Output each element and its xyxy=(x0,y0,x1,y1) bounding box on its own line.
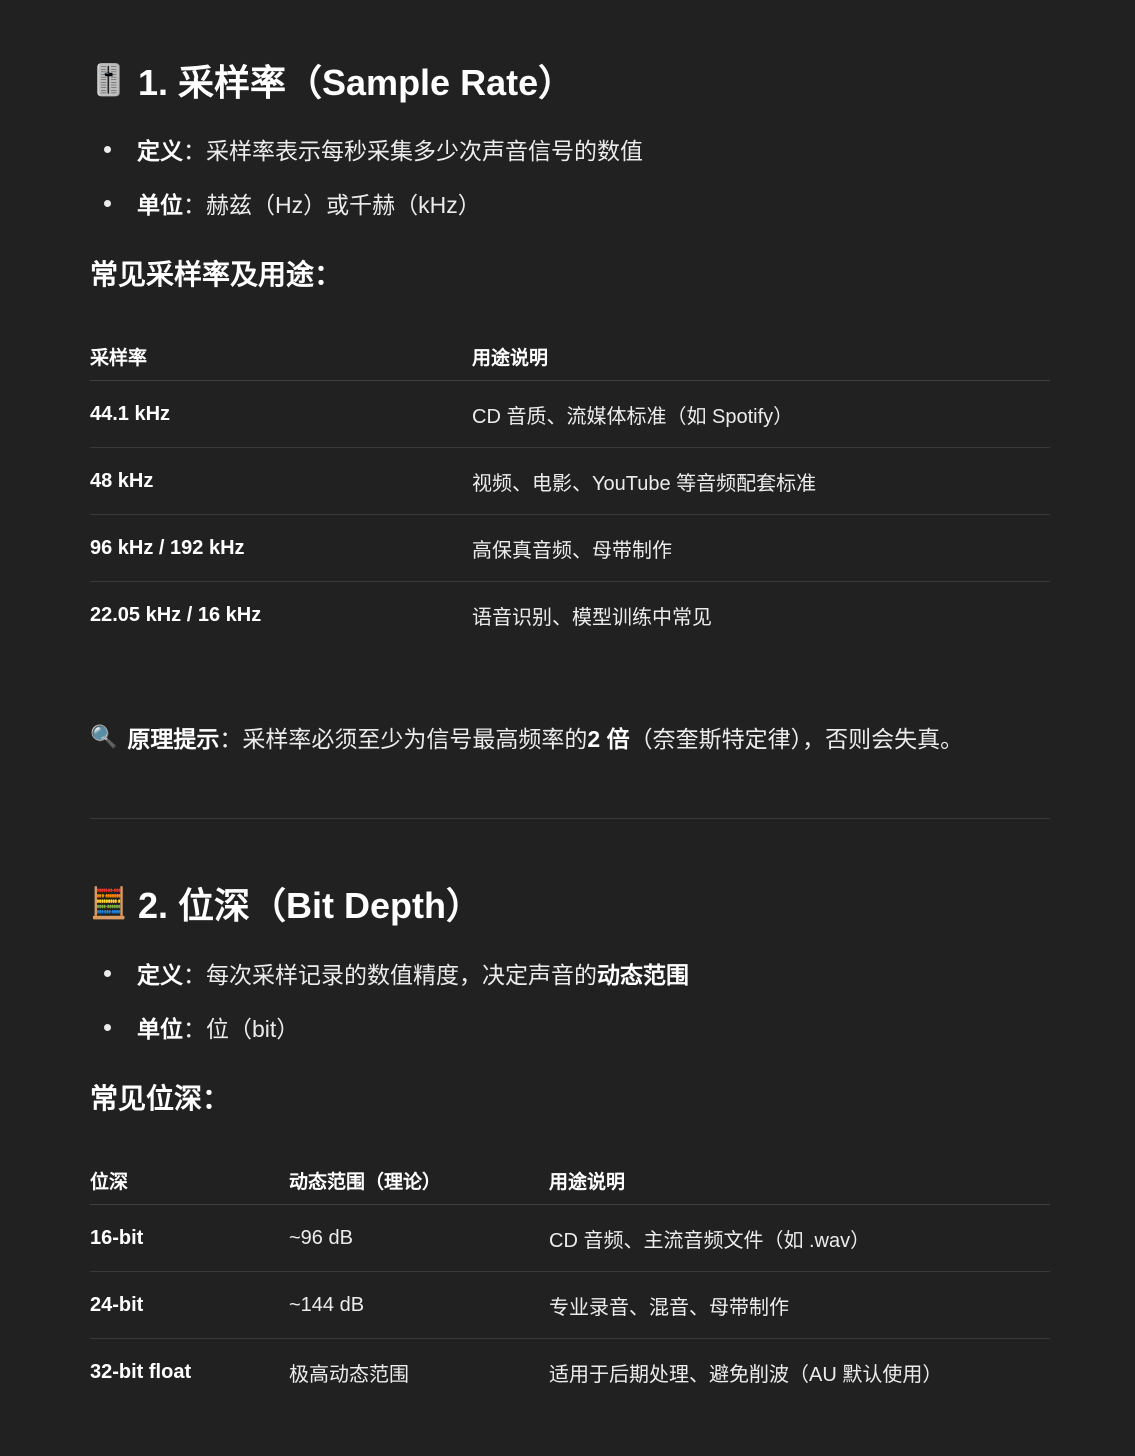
table-cell: 视频、电影、YouTube 等音频配套标准 xyxy=(472,447,1050,515)
bit-depth-table: 位深 动态范围（理论） 用途说明 16-bit ~96 dB CD 音频、主流音频文件（… xyxy=(90,1156,1050,1405)
column-header: 用途说明 xyxy=(472,332,1050,381)
tip-text: （奈奎斯特定律），否则会失真。 xyxy=(629,726,964,752)
principle-tip: 🔍 原理提示 ：采样率必须至少为信号最高频率的 2 倍（奈奎斯特定律），否则会失真。 xyxy=(90,720,963,754)
bullet-text: ：采样率表示每秒采集多少次声音信号的数值 xyxy=(183,138,643,164)
table-cell: CD 音频、主流音频文件（如 .wav） xyxy=(549,1204,1050,1272)
table-cell: CD 音质、流媒体标准（如 Spotify） xyxy=(472,380,1050,448)
list-item: 定义 ：采样率表示每秒采集多少次声音信号的数值 xyxy=(104,133,643,165)
table-cell: 语音识别、模型训练中常见 xyxy=(472,606,712,629)
bullet-label: 单位 xyxy=(137,192,183,218)
table-row: 22.05 kHz / 16 kHz 语音识别、模型训练中常见 xyxy=(90,582,1050,649)
list-item: 单位 ：位（bit） xyxy=(104,1011,299,1043)
divider xyxy=(90,818,1050,819)
table-row: 32-bit float 极高动态范围 适用于后期处理、避免削波（AU 默认使用） xyxy=(90,1339,1050,1406)
bullet-bold: 动态范围 xyxy=(597,962,689,988)
table-row: 96 kHz / 192 kHz 高保真音频、母带制作 xyxy=(90,514,1050,582)
level-slider-icon: 🎚️ xyxy=(90,63,128,97)
table-header-row: 采样率 用途说明 xyxy=(90,332,1050,381)
section-heading-bit-depth: 🧮 2. 位深（Bit Depth） xyxy=(90,878,482,928)
tip-label: 原理提示 xyxy=(127,726,220,752)
bullet-label: 定义 xyxy=(137,962,183,988)
subheading: 常见位深： xyxy=(90,1083,231,1114)
table-cell: 22.05 kHz / 16 kHz xyxy=(90,603,262,626)
table-header-row: 位深 动态范围（理论） 用途说明 xyxy=(90,1156,1050,1205)
list-item: 定义 ：每次采样记录的数值精度，决定声音的 动态范围 xyxy=(104,957,689,989)
table-cell: ~96 dB xyxy=(289,1204,549,1272)
tip-bold: 2 倍 xyxy=(587,726,630,752)
document: 🎚️ 1. 采样率（Sample Rate） 定义 ：采样率表示每秒采集多少次声音信… xyxy=(0,0,1135,1456)
heading-text: 2. 位深（Bit Depth） xyxy=(138,885,483,926)
table-cell: 16-bit xyxy=(90,1204,289,1272)
table-row: 16-bit ~96 dB CD 音频、主流音频文件（如 .wav） xyxy=(90,1204,1050,1272)
table-row: 48 kHz 视频、电影、YouTube 等音频配套标准 xyxy=(90,447,1050,515)
table-cell: 专业录音、混音、母带制作 xyxy=(549,1271,1050,1339)
table-row: 24-bit ~144 dB 专业录音、混音、母带制作 xyxy=(90,1271,1050,1339)
table-cell: 适用于后期处理、避免削波（AU 默认使用） xyxy=(549,1363,943,1386)
subheading: 常见采样率及用途： xyxy=(90,259,343,290)
table-cell: 96 kHz / 192 kHz xyxy=(90,514,472,582)
table-cell: 极高动态范围 xyxy=(289,1363,409,1386)
list-item: 单位 ：赫兹（Hz）或千赫（kHz） xyxy=(104,187,481,219)
sample-rate-table: 采样率 用途说明 44.1 kHz CD 音质、流媒体标准（如 Spotify） 4… xyxy=(90,332,1050,648)
bullet-label: 单位 xyxy=(137,1016,183,1042)
bullet-text: ：每次采样记录的数值精度，决定声音的 xyxy=(183,962,597,988)
bullet-text: ：赫兹（Hz）或千赫（kHz） xyxy=(183,192,481,218)
column-header: 采样率 xyxy=(90,332,472,381)
table-cell: 高保真音频、母带制作 xyxy=(472,514,1050,582)
table-cell: 48 kHz xyxy=(90,447,472,515)
table-cell: 32-bit float xyxy=(90,1360,192,1383)
column-header: 动态范围（理论） xyxy=(289,1156,549,1205)
table-cell: 24-bit xyxy=(90,1271,289,1339)
table-cell: ~144 dB xyxy=(289,1271,549,1339)
section-heading-sample-rate: 🎚️ 1. 采样率（Sample Rate） xyxy=(90,55,574,105)
abacus-icon: 🧮 xyxy=(90,886,128,920)
bullet-text: ：位（bit） xyxy=(183,1016,300,1042)
table-cell: 44.1 kHz xyxy=(90,380,472,448)
heading-text: 1. 采样率（Sample Rate） xyxy=(138,62,575,103)
table-row: 44.1 kHz CD 音质、流媒体标准（如 Spotify） xyxy=(90,380,1050,448)
column-header: 用途说明 xyxy=(549,1156,1050,1205)
column-header: 位深 xyxy=(90,1156,289,1205)
bullet-label: 定义 xyxy=(137,138,183,164)
magnifier-icon: 🔍 xyxy=(90,724,118,749)
tip-text: ：采样率必须至少为信号最高频率的 xyxy=(219,726,588,752)
